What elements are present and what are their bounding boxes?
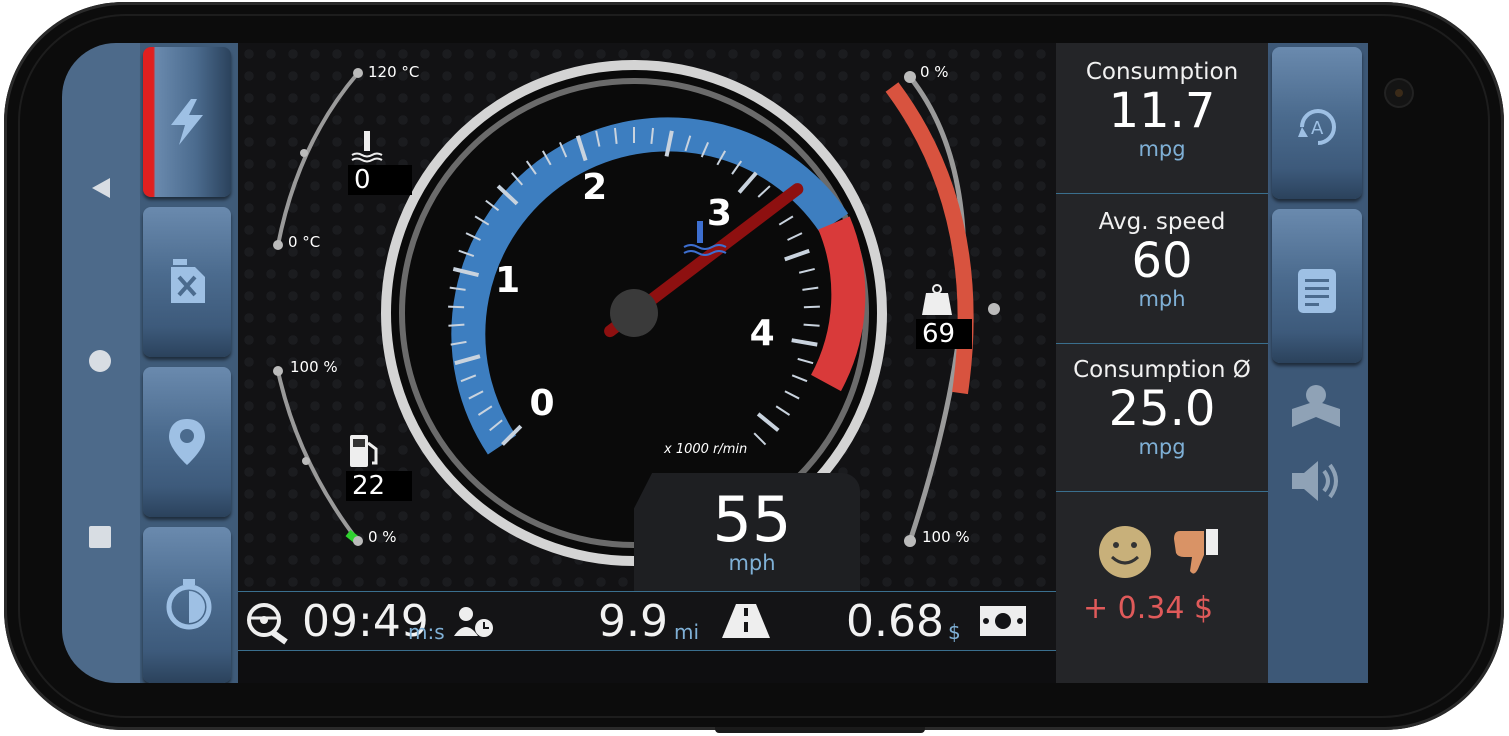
thumbs-down-icon: [1174, 529, 1218, 574]
auto-mode-icon: A: [1298, 109, 1336, 145]
stat-unit: mpg: [1138, 435, 1186, 459]
dashboard-button[interactable]: [143, 47, 231, 197]
recents-icon[interactable]: [88, 525, 112, 549]
stopwatch-button[interactable]: [143, 527, 231, 683]
money-icon: [980, 606, 1026, 636]
fuel-value: 22: [346, 471, 412, 501]
coolant-max-label: 120 °C: [368, 63, 420, 81]
needle-hub: [610, 289, 658, 337]
location-pin-icon: [169, 419, 205, 465]
smiley-icon: [1099, 526, 1151, 578]
phone-side-button: [715, 727, 925, 733]
auto-mode-button[interactable]: A: [1272, 47, 1362, 199]
thermometer-icon: [351, 131, 383, 163]
trip-cost-unit: $: [948, 620, 961, 644]
speed-value: 55: [712, 483, 792, 556]
load-top-dot: [904, 71, 916, 83]
coolant-min-label: 0 °C: [288, 233, 321, 251]
system-nav-bar: [62, 43, 140, 683]
rpm-tick-label: 4: [749, 313, 775, 355]
stats-panel: Consumption 11.7 mpg Avg. speed 60 mph C…: [1056, 43, 1268, 683]
coolant-gauge-arc: [276, 71, 360, 246]
right-toolbar: A: [1268, 43, 1368, 683]
speaker-icon[interactable]: [1290, 457, 1342, 505]
fuel-pump-icon: [350, 435, 378, 467]
stat-value: 60: [1131, 233, 1193, 289]
stat-unit: mph: [1138, 287, 1186, 311]
stat-value: 25.0: [1108, 381, 1216, 437]
weight-icon: [922, 284, 952, 315]
fuel-max-dot: [273, 366, 283, 376]
left-toolbar: [140, 43, 238, 683]
stat-label: Consumption: [1085, 59, 1239, 85]
lightning-icon: [171, 99, 203, 145]
load-top-label: 0 %: [920, 63, 949, 81]
stat-label: Avg. speed: [1098, 209, 1226, 235]
back-icon[interactable]: [88, 176, 112, 200]
rpm-tick: [803, 305, 820, 309]
stat-unit: mpg: [1138, 137, 1186, 161]
load-value: 69: [916, 319, 972, 349]
rpm-tick: [448, 323, 465, 327]
fuel-can-icon: [171, 259, 205, 303]
stopwatch-icon: [166, 579, 212, 630]
stat-value: 11.7: [1108, 83, 1216, 139]
fuel-gauge-arc: [276, 370, 360, 543]
location-button[interactable]: [143, 367, 231, 517]
rpm-tick-label: 0: [529, 382, 555, 424]
stat-avg-speed: Avg. speed 60 mph: [1056, 195, 1268, 344]
rpm-tick-label: 2: [582, 167, 608, 209]
stat-consumption: Consumption 11.7 mpg: [1056, 43, 1268, 194]
stat-label: Consumption Ø: [1073, 357, 1251, 383]
fuel-min-dot: [353, 536, 363, 546]
road-icon: [722, 604, 770, 638]
trip-time-unit: m:s: [408, 620, 445, 644]
fuel-log-button[interactable]: [143, 207, 231, 357]
rpm-tick-label: 3: [706, 193, 732, 235]
trip-distance: 9.9: [598, 596, 668, 647]
trip-distance-unit: mi: [674, 620, 700, 644]
coolant-max-dot: [353, 68, 363, 78]
app-screen: 0 1 2 3 4 x 1000 r/min 120 °C 0 °C 0 100 % 0…: [62, 43, 1368, 683]
fuel-min-label: 0 %: [368, 528, 397, 546]
eco-delta: + 0.34 $: [1082, 591, 1214, 626]
load-bottom-label: 100 %: [922, 528, 970, 546]
svg-text:A: A: [1311, 118, 1324, 139]
report-button[interactable]: [1272, 209, 1362, 363]
steering-wheel-icon: [247, 603, 288, 645]
driver-time-icon: [454, 607, 493, 637]
rpm-tick-label: 1: [495, 260, 521, 302]
stat-avg-consumption: Consumption Ø 25.0 mpg: [1056, 345, 1268, 492]
load-bottom-dot: [904, 535, 916, 547]
trip-cost: 0.68: [846, 596, 944, 647]
fuel-max-label: 100 %: [290, 358, 338, 376]
document-icon: [1298, 269, 1336, 313]
speed-unit: mph: [728, 551, 776, 575]
home-icon[interactable]: [88, 349, 112, 373]
rpm-tick: [448, 305, 465, 309]
rpm-unit-label: x 1000 r/min: [664, 442, 748, 457]
reader-icon[interactable]: [1290, 383, 1342, 429]
rpm-tick: [803, 323, 820, 327]
camera-icon: [1386, 80, 1412, 106]
coolant-value: 0: [348, 165, 412, 195]
coolant-min-dot: [273, 240, 283, 250]
